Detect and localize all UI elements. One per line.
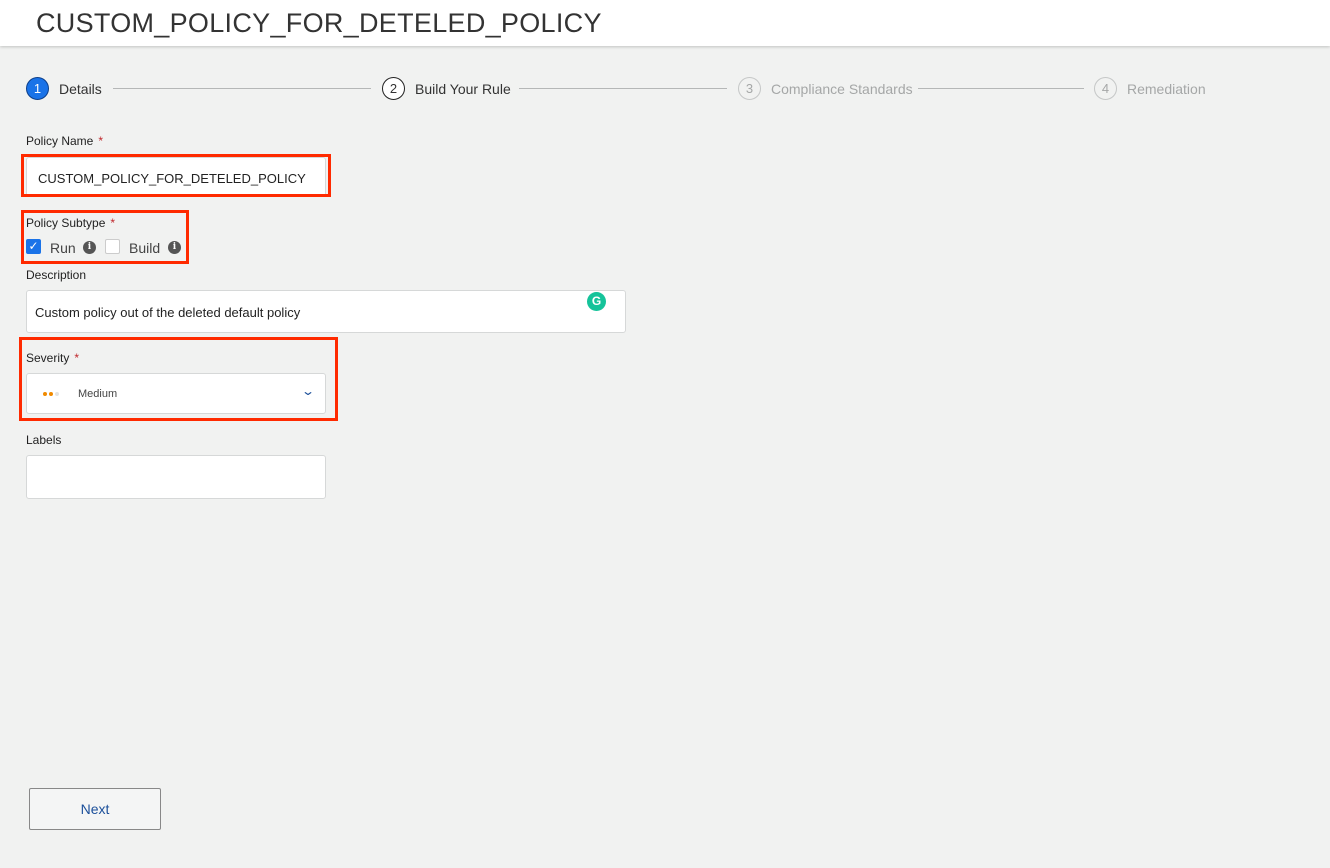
labels-label: Labels — [26, 433, 62, 447]
step-number: 4 — [1094, 77, 1117, 100]
grammarly-icon[interactable]: G — [587, 292, 606, 311]
required-marker: * — [98, 134, 104, 148]
highlight-box — [19, 337, 338, 421]
step-remediation: 4 Remediation — [1094, 77, 1206, 100]
step-connector — [519, 88, 727, 89]
page-header: CUSTOM_POLICY_FOR_DETELED_POLICY — [0, 0, 1330, 46]
description-textarea[interactable]: Custom policy out of the deleted default… — [26, 290, 626, 333]
step-connector — [113, 88, 371, 89]
page-title: CUSTOM_POLICY_FOR_DETELED_POLICY — [36, 8, 602, 38]
step-number: 2 — [382, 77, 405, 100]
labels-input[interactable] — [26, 455, 326, 499]
step-details[interactable]: 1 Details — [26, 77, 102, 100]
step-label: Compliance Standards — [771, 80, 913, 97]
next-button[interactable]: Next — [29, 788, 161, 830]
step-label: Build Your Rule — [415, 80, 511, 97]
highlight-box — [21, 210, 189, 264]
description-text: Custom policy out of the deleted default… — [35, 305, 301, 320]
step-compliance-standards: 3 Compliance Standards — [738, 77, 913, 100]
highlight-box — [21, 154, 331, 197]
step-build-your-rule[interactable]: 2 Build Your Rule — [382, 77, 511, 100]
label-text: Policy Name — [26, 134, 94, 148]
step-connector — [918, 88, 1084, 89]
step-label: Remediation — [1127, 80, 1206, 97]
step-number: 1 — [26, 77, 49, 100]
description-label: Description — [26, 268, 87, 282]
step-label: Details — [59, 80, 102, 97]
policy-name-label: Policy Name * — [26, 134, 103, 148]
step-number: 3 — [738, 77, 761, 100]
